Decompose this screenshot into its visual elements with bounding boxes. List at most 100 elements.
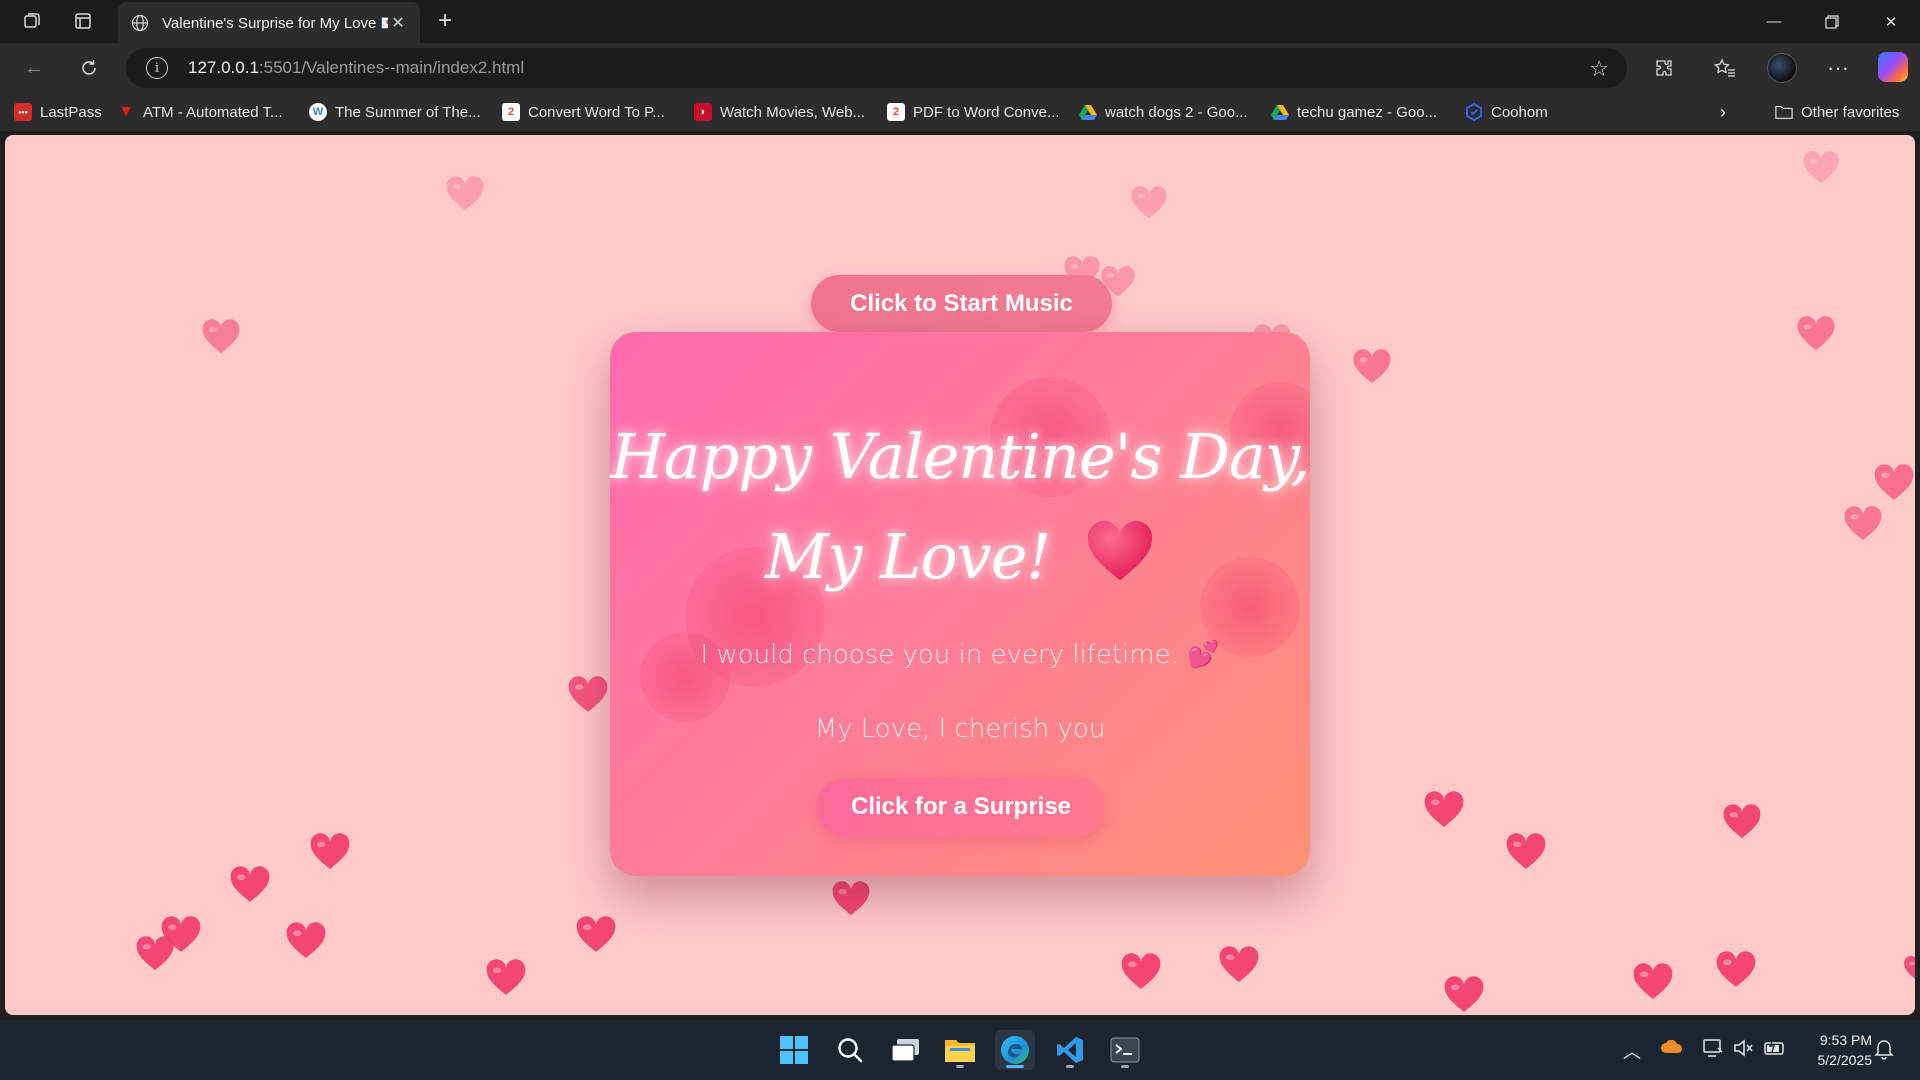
page-viewport: Click to Start Music Happy Valentine's D… [5, 135, 1915, 1015]
notifications-bell-icon[interactable] [1874, 1038, 1894, 1065]
more-options-icon[interactable]: ··· [1821, 53, 1855, 83]
bookmark-watch-dogs[interactable]: watch dogs 2 - Goo... [1079, 101, 1248, 123]
taskbar-clock[interactable]: 9:53 PM 5/2/2025 [1800, 1030, 1873, 1070]
bookmarks-overflow-chevron-icon[interactable]: › [1720, 101, 1726, 123]
floating-heart-icon [1802, 150, 1840, 185]
floating-heart-icon [1130, 185, 1168, 220]
bookmarks-bar: ••• LastPass ▼ ATM - Automated T... W The S… [0, 93, 1920, 131]
bookmark-techu-gamez[interactable]: techu gamez - Goo... [1271, 101, 1437, 123]
bookmark-lastpass[interactable]: ••• LastPass [14, 101, 102, 123]
card-message-2: My Love, I cherish you [814, 714, 1106, 744]
clock-date: 5/2/2025 [1817, 1052, 1873, 1068]
navigation-bar: ← i 127.0.0.1:5501/Valentines--main/inde… [0, 43, 1920, 93]
floating-heart-icon [1715, 950, 1757, 989]
wordpress-icon: W [309, 103, 327, 121]
site-info-icon[interactable]: i [146, 57, 168, 79]
card-message-1: I would choose you in every lifetime. 💕 [700, 640, 1220, 670]
minimize-button[interactable]: — [1745, 0, 1803, 43]
floating-heart-icon [1903, 955, 1915, 983]
floating-heart-icon [445, 175, 485, 212]
task-view-icon[interactable] [886, 1030, 926, 1070]
running-indicator [1066, 1065, 1074, 1068]
folder-icon [1775, 103, 1793, 121]
show-hidden-icons-chevron-icon[interactable]: ︿ [1623, 1038, 1641, 1064]
favorite-star-icon[interactable]: ☆ [1589, 56, 1609, 82]
floating-heart-icon [1843, 505, 1883, 542]
windows-start-icon[interactable] [774, 1030, 814, 1070]
back-icon[interactable]: ← [17, 53, 51, 83]
workspaces-icon[interactable] [14, 6, 50, 36]
lastpass-icon: ••• [14, 103, 32, 121]
floating-heart-icon [1722, 803, 1762, 840]
clock-time: 9:53 PM [1819, 1032, 1872, 1048]
floating-heart-icon [229, 865, 271, 904]
floating-heart-icon [1218, 945, 1260, 984]
title-line-2: My Love! [610, 507, 1310, 612]
edge-icon[interactable] [995, 1030, 1035, 1070]
start-music-button[interactable]: Click to Start Music [811, 275, 1112, 332]
tab-active[interactable]: Valentine's Surprise for My Love 💌 ✕ [118, 2, 420, 43]
surprise-button[interactable]: Click for a Surprise [817, 777, 1105, 837]
floating-heart-icon [285, 921, 327, 960]
converter-icon: 2 [502, 103, 520, 121]
favorites-icon[interactable] [1708, 53, 1742, 83]
floating-heart-icon [485, 958, 527, 997]
bookmark-watch-movies[interactable]: ◗ Watch Movies, Web... [694, 101, 865, 123]
floating-heart-icon [1796, 315, 1836, 352]
floating-heart-icon [201, 318, 241, 355]
other-favorites[interactable]: Other favorites [1775, 101, 1899, 123]
running-indicator [1121, 1065, 1129, 1068]
address-bar[interactable]: i 127.0.0.1:5501/Valentines--main/index2… [126, 48, 1627, 88]
floating-heart-icon [1443, 975, 1485, 1014]
floating-heart-icon [1423, 790, 1465, 829]
network-icon[interactable] [1702, 1038, 1724, 1063]
terminal-icon[interactable] [1105, 1030, 1145, 1070]
restore-button[interactable] [1803, 0, 1861, 43]
url-text: 127.0.0.1:5501/Valentines--main/index2.h… [188, 58, 525, 77]
running-indicator [956, 1065, 964, 1068]
vscode-icon[interactable] [1050, 1030, 1090, 1070]
floating-heart-icon [567, 675, 609, 714]
floating-heart-icon [1505, 832, 1547, 871]
floating-heart-icon [1873, 463, 1915, 502]
title-line-1: Happy Valentine's Day, [610, 420, 1310, 493]
bookmark-coohom[interactable]: Coohom [1465, 101, 1548, 123]
battery-icon[interactable] [1763, 1038, 1787, 1063]
floating-heart-icon [135, 935, 175, 972]
bookmark-convert-word[interactable]: 2 Convert Word To P... [502, 101, 665, 123]
browser-title-bar: Valentine's Surprise for My Love 💌 ✕ + —… [0, 0, 1920, 43]
new-tab-button[interactable]: + [428, 6, 462, 36]
floating-heart-icon [575, 915, 617, 954]
atm-logo-icon: ▼ [118, 103, 134, 120]
refresh-icon[interactable] [72, 53, 106, 83]
big-heart-icon [1085, 512, 1155, 612]
windows-taskbar: ︿ [0, 1020, 1920, 1080]
google-drive-icon [1079, 103, 1097, 121]
extensions-icon[interactable] [1647, 53, 1681, 83]
close-icon[interactable]: ✕ [388, 13, 408, 33]
movies-icon: ◗ [694, 103, 712, 121]
close-window-button[interactable]: ✕ [1862, 0, 1920, 43]
volume-muted-icon[interactable] [1733, 1038, 1755, 1063]
google-drive-icon [1271, 103, 1289, 121]
globe-icon [130, 13, 150, 33]
search-icon[interactable] [830, 1030, 870, 1070]
bookmark-atm[interactable]: ▼ ATM - Automated T... [117, 101, 282, 123]
bookmark-summer[interactable]: W The Summer of The... [309, 101, 481, 123]
coohom-icon [1465, 103, 1483, 121]
floating-heart-icon [831, 880, 871, 917]
bookmark-pdf-to-word[interactable]: 2 PDF to Word Conve... [887, 101, 1059, 123]
valentine-card: Happy Valentine's Day, My Love! I would … [610, 332, 1310, 876]
floating-heart-icon [1352, 348, 1392, 385]
tab-title: Valentine's Surprise for My Love 💌 [162, 14, 388, 32]
onedrive-icon[interactable] [1660, 1038, 1684, 1059]
copilot-icon[interactable] [1878, 52, 1908, 82]
converter-icon: 2 [887, 103, 905, 121]
vertical-tabs-icon[interactable] [65, 6, 101, 36]
floating-heart-icon [1120, 952, 1162, 991]
profile-avatar[interactable] [1767, 53, 1797, 83]
floating-heart-icon [309, 832, 351, 871]
floating-heart-icon [1632, 962, 1674, 1001]
card-title: Happy Valentine's Day, My Love! [610, 407, 1310, 612]
file-explorer-icon[interactable] [940, 1030, 980, 1070]
